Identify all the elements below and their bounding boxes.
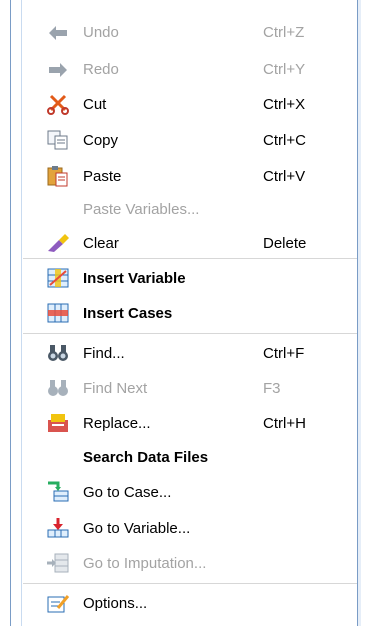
options-icon	[43, 591, 73, 615]
menu-item-go-to-case[interactable]: Go to Case...	[23, 477, 357, 507]
scissors-icon	[43, 92, 73, 116]
menu-item-label: Go to Imputation...	[83, 554, 207, 572]
menu-item-label: Find Next	[83, 379, 148, 397]
eraser-icon	[43, 231, 73, 255]
menu-item-copy[interactable]: Copy Ctrl+C	[23, 125, 357, 155]
replace-icon	[43, 411, 73, 435]
menu-item-shortcut: Ctrl+H	[263, 414, 306, 432]
menu-item-shortcut: Ctrl+F	[263, 344, 305, 362]
menu-item-go-to-variable[interactable]: Go to Variable...	[23, 513, 357, 543]
menu-item-label: Paste	[83, 167, 122, 185]
menu-item-paste-variables[interactable]: Paste Variables...	[23, 194, 357, 224]
menu-item-shortcut: F3	[263, 379, 281, 397]
edit-menu: Undo Ctrl+Z Redo Ctrl+Y Cut Ctrl+X Copy …	[10, 0, 361, 626]
go-to-imputation-icon	[43, 551, 73, 575]
menu-item-find[interactable]: Find... Ctrl+F	[23, 338, 357, 368]
binoculars-icon	[43, 341, 73, 365]
paste-icon	[43, 164, 73, 188]
menu-item-label: Copy	[83, 131, 119, 149]
menu-item-shortcut: Ctrl+C	[263, 131, 306, 149]
menu-item-insert-cases[interactable]: Insert Cases	[23, 298, 357, 328]
menu-item-paste[interactable]: Paste Ctrl+V	[23, 161, 357, 191]
menu-item-label: Search Data Files	[83, 448, 209, 466]
menu-item-shortcut: Ctrl+Y	[263, 60, 306, 78]
menu-item-label: Paste Variables...	[83, 200, 200, 218]
insert-variable-icon	[43, 266, 73, 290]
menu-item-label: Insert Variable	[83, 269, 186, 287]
binoculars-icon	[43, 376, 73, 400]
menu-item-label: Replace...	[83, 414, 151, 432]
menu-item-shortcut: Ctrl+V	[263, 167, 306, 185]
menu-item-cut[interactable]: Cut Ctrl+X	[23, 89, 357, 119]
menu-item-insert-variable[interactable]: Insert Variable	[23, 263, 357, 293]
menu-item-shortcut: Ctrl+X	[263, 95, 306, 113]
menu-item-label: Redo	[83, 60, 119, 78]
undo-icon	[43, 20, 73, 44]
menu-item-go-to-imputation[interactable]: Go to Imputation...	[23, 548, 357, 578]
menu-item-clear[interactable]: Clear Delete	[23, 228, 357, 258]
menu-separator	[23, 333, 357, 334]
menu-item-replace[interactable]: Replace... Ctrl+H	[23, 408, 357, 438]
menu-item-shortcut: Ctrl+Z	[263, 23, 305, 41]
menu-item-redo[interactable]: Redo Ctrl+Y	[23, 54, 357, 84]
menu-item-search-data-files[interactable]: Search Data Files	[23, 442, 357, 472]
menu-item-label: Insert Cases	[83, 304, 173, 322]
menu-item-label: Go to Variable...	[83, 519, 191, 537]
copy-icon	[43, 128, 73, 152]
insert-cases-icon	[43, 301, 73, 325]
menu-item-shortcut: Delete	[263, 234, 307, 252]
menu-item-find-next[interactable]: Find Next F3	[23, 373, 357, 403]
redo-icon	[43, 57, 73, 81]
menu-item-label: Cut	[83, 95, 107, 113]
menu-item-options[interactable]: Options...	[23, 588, 357, 618]
menu-item-label: Options...	[83, 594, 148, 612]
go-to-variable-icon	[43, 516, 73, 540]
menu-item-label: Undo	[83, 23, 119, 41]
menu-item-label: Find...	[83, 344, 125, 362]
menu-separator	[23, 583, 357, 584]
menu-item-label: Clear	[83, 234, 119, 252]
go-to-case-icon	[43, 480, 73, 504]
menu-item-label: Go to Case...	[83, 483, 172, 501]
menu-separator	[23, 258, 357, 259]
menu-item-undo[interactable]: Undo Ctrl+Z	[23, 17, 357, 47]
